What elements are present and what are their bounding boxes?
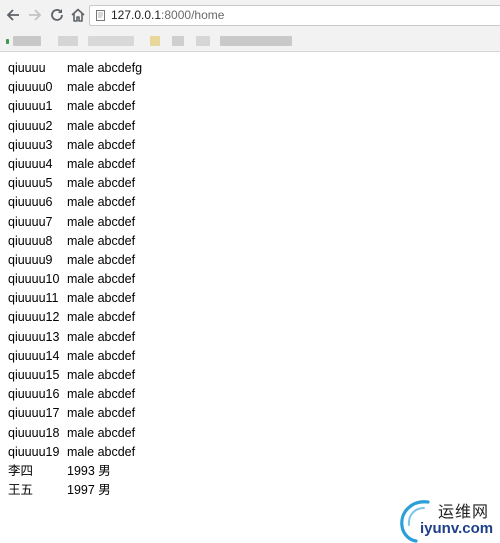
list-item-details: male abcdef <box>67 176 136 191</box>
reload-icon <box>51 9 63 21</box>
list-item-name: qiuuuu7 <box>8 214 53 229</box>
page-content: qiuuuu male abcdefg qiuuuu0 male abcdef qiuu… <box>8 59 142 500</box>
list-item-name: 李四 <box>8 463 34 478</box>
list-item-details: male abcdef <box>67 444 136 459</box>
back-button[interactable] <box>5 7 21 23</box>
list-item: qiuuuu0 male abcdef <box>8 78 142 97</box>
page-info-icon[interactable] <box>95 10 106 21</box>
list-item-details: male abcdef <box>67 425 136 440</box>
list-item-name: qiuuuu16 <box>8 387 60 402</box>
bookmark-item[interactable] <box>58 36 78 46</box>
reload-button[interactable] <box>49 7 65 23</box>
site-watermark: 运维网 iyunv.com <box>398 496 500 543</box>
url-path: :8000/home <box>161 8 225 22</box>
list-item: qiuuuu19 male abcdef <box>8 443 142 462</box>
list-item-name: qiuuuu4 <box>8 156 53 171</box>
list-item-name: qiuuuu11 <box>8 291 59 306</box>
list-item: qiuuuu13 male abcdef <box>8 328 142 347</box>
list-item-details: male abcdef <box>67 156 136 171</box>
url-text[interactable]: 127.0.0.1:8000/home <box>111 8 224 23</box>
browser-toolbar: 127.0.0.1:8000/home <box>0 0 500 31</box>
list-item-details: male abcdef <box>67 137 136 152</box>
list-item: qiuuuu5 male abcdef <box>8 174 142 193</box>
list-item-name: qiuuuu2 <box>8 118 53 133</box>
list-item-name: qiuuuu9 <box>8 252 53 267</box>
watermark-domain: iyunv.com <box>420 520 494 537</box>
list-item-details: male abcdef <box>67 80 136 95</box>
list-item: qiuuuu15 male abcdef <box>8 366 142 385</box>
list-item-name: qiuuuu0 <box>8 80 53 95</box>
watermark-brand: 运维网 <box>438 502 490 521</box>
list-item-details: male abcdef <box>67 387 136 402</box>
list-item-details: male abcdef <box>67 214 136 229</box>
bookmark-item[interactable] <box>172 36 184 46</box>
list-item-details: male abcdef <box>67 406 136 421</box>
list-item: qiuuuu14 male abcdef <box>8 347 142 366</box>
list-item: 李四 1993 男 <box>8 462 142 481</box>
list-item-details: male abcdef <box>67 195 136 210</box>
list-item-name: qiuuuu14 <box>8 348 60 363</box>
bookmarks-bar <box>0 31 500 52</box>
list-item-details: male abcdef <box>67 291 136 306</box>
list-item-details: male abcdef <box>67 272 136 287</box>
address-bar[interactable]: 127.0.0.1:8000/home <box>89 5 500 26</box>
list-item: qiuuuu10 male abcdef <box>8 270 142 289</box>
list-item: qiuuuu male abcdefg <box>8 59 142 78</box>
home-icon <box>71 8 85 22</box>
url-host: 127.0.0.1 <box>111 8 162 22</box>
list-item-details: 1997 男 <box>67 483 111 498</box>
list-item: 王五 1997 男 <box>8 481 142 500</box>
list-item-name: qiuuuu19 <box>8 444 60 459</box>
list-item-details: male abcdef <box>67 118 136 133</box>
list-item-name: qiuuuu18 <box>8 425 60 440</box>
list-item: qiuuuu17 male abcdef <box>8 404 142 423</box>
list-item-details: male abcdef <box>67 99 136 114</box>
bookmark-item[interactable] <box>150 36 160 46</box>
list-item-details: male abcdef <box>67 310 136 325</box>
home-button[interactable] <box>70 7 86 23</box>
forward-button[interactable] <box>27 7 43 23</box>
list-item-details: male abcdef <box>67 348 136 363</box>
list-item-details: 1993 男 <box>67 463 111 478</box>
list-item-name: qiuuuu10 <box>8 272 60 287</box>
list-item-name: qiuuuu5 <box>8 176 53 191</box>
list-item-name: qiuuuu15 <box>8 368 60 382</box>
list-item-name: qiuuuu17 <box>8 406 60 421</box>
list-item-name: 王五 <box>8 483 34 498</box>
arrow-left-icon <box>6 9 19 21</box>
list-item-name: qiuuuu13 <box>8 329 60 344</box>
bookmark-item[interactable] <box>13 36 41 46</box>
bookmark-favicon[interactable] <box>6 39 9 44</box>
list-item-details: male abcdef <box>67 329 136 344</box>
bookmark-item[interactable] <box>88 36 134 46</box>
list-item: qiuuuu4 male abcdef <box>8 155 142 174</box>
list-item: qiuuuu1 male abcdef <box>8 97 142 116</box>
list-item: qiuuuu18 male abcdef <box>8 424 142 443</box>
list-item-name: qiuuuu3 <box>8 137 53 152</box>
bookmark-item[interactable] <box>220 36 292 46</box>
list-item: qiuuuu6 male abcdef <box>8 193 142 212</box>
list-item: qiuuuu3 male abcdef <box>8 136 142 155</box>
list-item-name: qiuuuu12 <box>8 310 60 325</box>
list-item-details: male abcdef <box>67 368 136 382</box>
list-item-name: qiuuuu6 <box>8 195 53 210</box>
arrow-right-icon <box>29 9 42 21</box>
list-item: qiuuuu9 male abcdef <box>8 251 142 270</box>
list-item: qiuuuu8 male abcdef <box>8 232 142 251</box>
list-item-name: qiuuuu8 <box>8 233 53 248</box>
list-item: qiuuuu2 male abcdef <box>8 117 142 136</box>
bookmark-item[interactable] <box>196 36 210 46</box>
list-item-name: qiuuuu <box>8 61 46 75</box>
list-item: qiuuuu16 male abcdef <box>8 385 142 404</box>
list-item: qiuuuu7 male abcdef <box>8 213 142 232</box>
list-item: qiuuuu11 male abcdef <box>8 289 142 308</box>
list-item-details: male abcdef <box>67 233 136 248</box>
list-item-details: male abcdef <box>67 252 136 267</box>
list-item-details: male abcdefg <box>67 61 143 75</box>
list-item-name: qiuuuu1 <box>8 99 53 114</box>
list-item: qiuuuu12 male abcdef <box>8 308 142 327</box>
